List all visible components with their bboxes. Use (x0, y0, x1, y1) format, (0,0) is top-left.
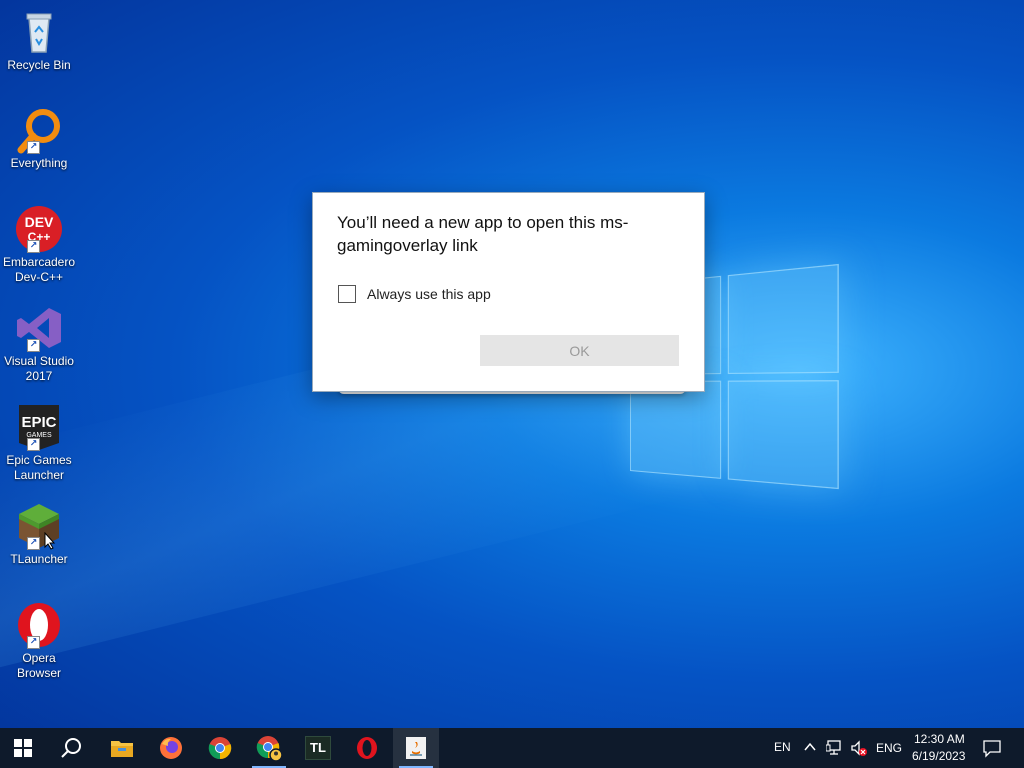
desktop-icon-label: Embarcadero Dev-C++ (2, 255, 76, 284)
network-icon[interactable] (826, 739, 844, 757)
taskbar-file-explorer[interactable] (99, 728, 145, 768)
chrome-icon (208, 737, 232, 760)
visual-studio-icon: ↗ (15, 304, 63, 352)
firefox-icon (160, 737, 182, 759)
notifications-icon[interactable] (982, 738, 1002, 758)
desktop-icon-label: Opera Browser (16, 651, 61, 680)
desktop-icon-label: Everything (10, 156, 68, 170)
desktop-icon-label: Visual Studio 2017 (4, 354, 74, 383)
everything-search-icon: ↗ (15, 106, 63, 154)
desktop-icon-tlauncher[interactable]: ↗ TLauncher (2, 502, 76, 567)
desktop-icon-label: Epic Games Launcher (6, 453, 72, 482)
desktop-icon-everything[interactable]: ↗ Everything (2, 106, 76, 171)
shortcut-arrow-icon: ↗ (27, 438, 40, 451)
desktop-icon-visual-studio[interactable]: ↗ Visual Studio 2017 (2, 304, 76, 384)
search-button[interactable] (48, 728, 94, 768)
shortcut-arrow-icon: ↗ (27, 141, 40, 154)
taskbar-chrome-profile[interactable] (246, 728, 292, 768)
taskbar-firefox[interactable] (148, 728, 194, 768)
desktop-icon-devcpp[interactable]: DEV C++ ↗ Embarcadero Dev-C++ (2, 205, 76, 285)
java-icon (406, 737, 426, 759)
always-use-checkbox[interactable] (338, 285, 356, 303)
desktop-icon-label: TLauncher (10, 552, 68, 566)
epic-games-icon: EPIC GAMES ↗ (15, 403, 63, 451)
volume-muted-icon[interactable] (850, 739, 868, 757)
clock-time[interactable]: 12:30 AM (914, 732, 965, 746)
desktop-icon-opera[interactable]: ↗ Opera Browser (2, 601, 76, 681)
dialog-title: You’ll need a new app to open this ms-ga… (337, 213, 629, 255)
recycle-bin-icon (15, 8, 63, 56)
desktop: Recycle Bin ↗ Everything DEV C++ ↗ Embar… (0, 0, 1024, 728)
desktop-icon-label: Recycle Bin (7, 58, 71, 72)
input-language[interactable]: ENG (876, 741, 902, 755)
search-icon (61, 738, 81, 758)
taskbar-tlauncher[interactable]: TL (295, 728, 341, 768)
always-use-label[interactable]: Always use this app (367, 286, 491, 302)
start-button[interactable] (0, 728, 46, 768)
svg-text:EPIC: EPIC (21, 414, 56, 431)
desktop-icon-recycle-bin[interactable]: Recycle Bin (2, 8, 76, 73)
opera-icon: ↗ (15, 601, 63, 649)
shortcut-arrow-icon: ↗ (27, 636, 40, 649)
shortcut-arrow-icon: ↗ (27, 339, 40, 352)
clock-date[interactable]: 6/19/2023 (912, 749, 965, 763)
shortcut-arrow-icon: ↗ (27, 537, 40, 550)
taskbar-chrome[interactable] (197, 728, 243, 768)
chrome-profile-icon (256, 736, 282, 761)
open-with-dialog: You’ll need a new app to open this ms-ga… (312, 192, 705, 392)
svg-text:DEV: DEV (25, 214, 54, 230)
tlauncher-icon: TL (305, 736, 331, 760)
input-language-short[interactable]: EN (774, 740, 791, 754)
mouse-cursor-icon (44, 532, 56, 550)
tlauncher-taskbar-label: TL (310, 740, 326, 755)
taskbar-java[interactable] (393, 728, 439, 768)
shortcut-arrow-icon: ↗ (27, 240, 40, 253)
taskbar-opera[interactable] (344, 728, 390, 768)
ok-button[interactable]: OK (480, 335, 679, 366)
devcpp-icon: DEV C++ ↗ (15, 205, 63, 253)
file-explorer-icon (111, 741, 133, 757)
chevron-up-icon[interactable] (804, 741, 816, 753)
taskbar: TL EN ENG 12:30 AM 6/19/2023 (0, 728, 1024, 768)
windows-start-icon (14, 739, 32, 757)
desktop-icon-epic-games[interactable]: EPIC GAMES ↗ Epic Games Launcher (2, 403, 76, 483)
opera-icon (357, 737, 377, 759)
